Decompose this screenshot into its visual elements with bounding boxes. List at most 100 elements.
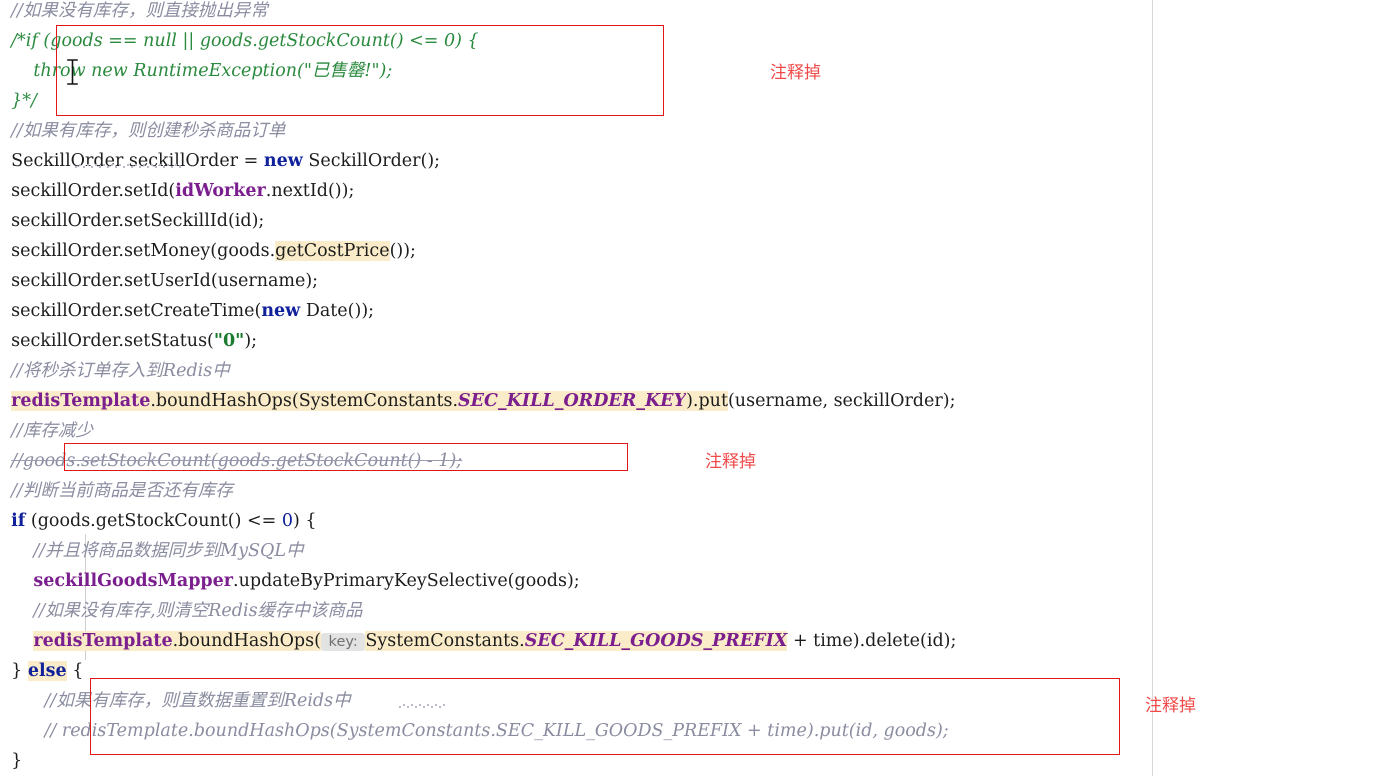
code-token: .boundHashOps [172,631,315,651]
line-else-open[interactable]: } else { [0,656,1391,686]
line-set-id[interactable]: seckillOrder.setId(idWorker.nextId()); [0,176,1391,206]
code-token: { [66,661,84,681]
line-redis-put-order[interactable]: redisTemplate.boundHashOps(SystemConstan… [0,386,1391,416]
code-token: SystemConstants. [365,631,525,651]
line-comment-check-stock[interactable]: //判断当前商品是否还有库存 [0,476,1391,506]
line-commented-if-open[interactable]: /*if (goods == null || goods.getStockCou… [0,26,1391,56]
line-set-status[interactable]: seckillOrder.setStatus("0"); [0,326,1391,356]
line-commented-redis-put-goods[interactable]: // redisTemplate.boundHashOps(SystemCons… [0,716,1391,746]
line-commented-set-stock-count[interactable]: //goods.setStockCount(goods.getStockCoun… [0,446,1391,476]
code-token: .updateByPrimaryKeySelective(goods); [233,571,580,591]
code-token: seckillOrder.setUserId(username); [11,271,319,291]
code-token: SeckillOrder(); [302,151,441,171]
warning-squiggle-seckillorder [74,164,182,168]
code-token: //goods.setStockCount(goods.getStockCoun… [11,451,463,471]
code-token: new [261,301,301,321]
code-token: seckillOrder.setId( [11,181,176,201]
code-token: //如果有库存，则直数据重置到Reids中 [44,691,351,711]
line-comment-create-order[interactable]: //如果有库存，则创建秒杀商品订单 [0,116,1391,146]
parameter-hint: key: [320,633,366,651]
code-token: throw new RuntimeException("已售罄!"); [33,61,393,81]
code-token: //如果没有库存,则清空Redis缓存中该商品 [33,601,363,621]
code-token: seckillOrder.setMoney(goods. [11,241,276,261]
code-token: } [11,751,23,771]
code-token: ) { [293,511,317,531]
code-token: } [11,661,28,681]
code-token: new [263,151,303,171]
line-commented-if-close[interactable]: }*/ [0,86,1391,116]
warning-squiggle-reids [398,704,446,708]
code-token: //判断当前商品是否还有库存 [11,481,233,501]
line-set-user-id[interactable]: seckillOrder.setUserId(username); [0,266,1391,296]
annot-3: 注释掉 [1145,696,1196,716]
code-token: ); [244,331,258,351]
code-token: ( [314,631,321,651]
code-token: // redisTemplate.boundHashOps(SystemCons… [44,721,949,741]
code-token: redisTemplate [11,391,151,411]
code-token: //库存减少 [11,421,93,441]
code-token: //将秒杀订单存入到Redis中 [11,361,230,381]
code-token: SeckillOrder seckillOrder = [11,151,264,171]
code-token: (goods.getStockCount() <= [25,511,282,531]
annot-1: 注释掉 [770,63,821,83]
code-token: SEC_KILL_GOODS_PREFIX [524,631,788,651]
code-token: seckillOrder.setStatus( [11,331,214,351]
line-redis-delete-goods[interactable]: redisTemplate.boundHashOps( key: SystemC… [0,626,1391,656]
line-comment-save-order-redis[interactable]: //将秒杀订单存入到Redis中 [0,356,1391,386]
code-token: /*if (goods == null || goods.getStockCou… [11,31,479,51]
annot-2: 注释掉 [705,452,756,472]
code-token: .boundHashOps(SystemConstants. [150,391,459,411]
code-token: //如果有库存，则创建秒杀商品订单 [11,121,286,141]
line-commented-throw[interactable]: throw new RuntimeException("已售罄!"); [0,56,1391,86]
code-token: //如果没有库存，则直接抛出异常 [11,1,268,21]
code-editor[interactable]: //如果没有库存，则直接抛出异常 /*if (goods == null || … [0,0,1391,776]
line-comment-clear-redis-cache[interactable]: //如果没有库存,则清空Redis缓存中该商品 [0,596,1391,626]
line-update-by-primary-key[interactable]: seckillGoodsMapper.updateByPrimaryKeySel… [0,566,1391,596]
code-token: getCostPrice [275,241,390,261]
code-token: + time) [787,631,860,651]
code-token: seckillOrder.setSeckillId(id); [11,211,265,231]
line-comment-no-stock-throw[interactable]: //如果没有库存，则直接抛出异常 [0,0,1391,26]
code-token: .nextId()); [265,181,355,201]
code-token: }*/ [11,91,37,111]
line-comment-stock-decrease[interactable]: //库存减少 [0,416,1391,446]
code-token: if [11,511,26,531]
line-close-brace[interactable]: } [0,746,1391,776]
line-comment-sync-mysql[interactable]: //并且将商品数据同步到MySQL中 [0,536,1391,566]
line-set-seckill-id[interactable]: seckillOrder.setSeckillId(id); [0,206,1391,236]
text-cursor-icon [66,59,79,85]
code-token: ) [686,391,693,411]
line-set-create-time[interactable]: seckillOrder.setCreateTime(new Date()); [0,296,1391,326]
code-token: Date()); [300,301,375,321]
code-token: .put [692,391,728,411]
code-token: seckillGoodsMapper [33,571,234,591]
code-token: idWorker [175,181,266,201]
code-token: SEC_KILL_ORDER_KEY [458,391,687,411]
code-token: "0" [213,331,245,351]
line-new-seckill-order[interactable]: SeckillOrder seckillOrder = new SeckillO… [0,146,1391,176]
code-token: 0 [281,511,294,531]
line-set-money[interactable]: seckillOrder.setMoney(goods.getCostPrice… [0,236,1391,266]
line-if-stock-check[interactable]: if (goods.getStockCount() <= 0) { [0,506,1391,536]
